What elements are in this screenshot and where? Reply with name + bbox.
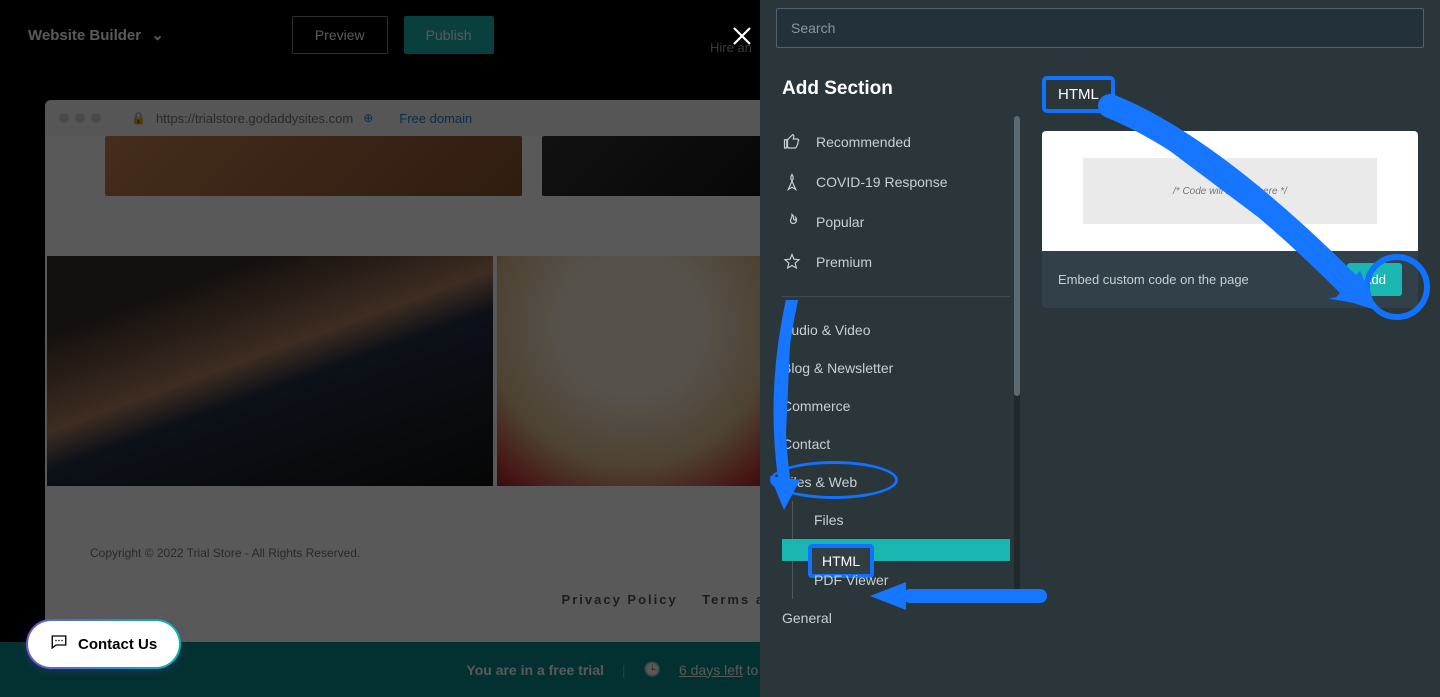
category-blog-newsletter[interactable]: Blog & Newsletter [782, 349, 1020, 387]
lock-icon: 🔒 [131, 111, 146, 125]
publish-button[interactable]: Publish [404, 16, 494, 54]
code-placeholder: /* Code will render here */ [1083, 158, 1376, 224]
strip-image [105, 136, 522, 196]
category-label: Files & Web [782, 474, 857, 490]
window-controls [59, 113, 101, 123]
star-icon [782, 252, 802, 272]
category-label: Contact [782, 436, 830, 452]
trial-days-link[interactable]: 6 days left [679, 662, 743, 678]
category-audio-video[interactable]: Audio & Video [782, 311, 1020, 349]
category-label: Premium [816, 254, 872, 270]
chevron-down-icon: ⌄ [151, 26, 164, 44]
chat-icon [50, 633, 68, 655]
subcategory-files[interactable]: Files [782, 501, 1020, 539]
brand-label: Website Builder [28, 27, 141, 44]
category-label: Recommended [816, 134, 911, 150]
preview-tag: HTML [1042, 76, 1115, 113]
address-bar-url: https://trialstore.godaddysites.com [156, 111, 353, 126]
thumb-up-icon [782, 132, 802, 152]
copyright-text: Copyright © 2022 Trial Store - All Right… [90, 546, 360, 560]
brand-dropdown[interactable]: Website Builder ⌄ [28, 26, 164, 44]
subcategory-label: PDF Viewer [814, 572, 888, 588]
trial-lead: You are in a free trial [466, 662, 603, 678]
category-commerce[interactable]: Commerce [782, 387, 1020, 425]
subcategory-label: Files [814, 512, 844, 528]
privacy-link[interactable]: Privacy Policy [562, 592, 678, 607]
subcategory-html[interactable]: HTML [782, 539, 1010, 561]
section-preview-column: HTML /* Code will render here */ Embed c… [1020, 56, 1440, 697]
ribbon-icon [782, 172, 802, 192]
free-domain-link[interactable]: Free domain [399, 111, 472, 126]
divider [782, 296, 1010, 297]
category-label: Popular [816, 214, 864, 230]
divider: | [622, 662, 626, 678]
categories-list: Add Section Recommended COVID-19 Respons… [760, 56, 1020, 697]
panel-title: Add Section [782, 78, 1020, 100]
add-button[interactable]: Add [1347, 263, 1402, 296]
category-contact[interactable]: Contact [782, 425, 1020, 463]
category-label: Blog & Newsletter [782, 360, 893, 376]
clock-icon: 🕒 [644, 661, 661, 678]
preview-button[interactable]: Preview [292, 16, 388, 54]
sub-group-files-web: Files HTML PDF Viewer [782, 501, 1020, 599]
category-label: COVID-19 Response [816, 174, 948, 190]
add-section-panel: Add Section Recommended COVID-19 Respons… [760, 0, 1440, 697]
window-dot [75, 113, 85, 123]
window-dot [59, 113, 69, 123]
category-files-web[interactable]: Files & Web [782, 463, 1020, 501]
category-label: General [782, 610, 832, 626]
category-general[interactable]: General [782, 599, 1020, 637]
globe-icon: ⊕ [363, 111, 373, 125]
search-input[interactable] [776, 8, 1424, 48]
category-recommended[interactable]: Recommended [782, 122, 1020, 162]
contact-label: Contact Us [78, 636, 157, 653]
section-card-html: /* Code will render here */ Embed custom… [1042, 131, 1418, 308]
category-label: Commerce [782, 398, 850, 414]
category-label: Audio & Video [782, 322, 870, 338]
category-premium[interactable]: Premium [782, 242, 1020, 282]
category-covid[interactable]: COVID-19 Response [782, 162, 1020, 202]
card-thumbnail: /* Code will render here */ [1042, 131, 1418, 251]
close-icon[interactable] [730, 24, 754, 53]
fire-icon [782, 212, 802, 232]
category-popular[interactable]: Popular [782, 202, 1020, 242]
window-dot [91, 113, 101, 123]
subcategory-pdf-viewer[interactable]: PDF Viewer [782, 561, 1020, 599]
gallery-image [47, 256, 493, 486]
card-description: Embed custom code on the page [1058, 272, 1249, 287]
contact-us-button[interactable]: Contact Us [28, 621, 179, 667]
